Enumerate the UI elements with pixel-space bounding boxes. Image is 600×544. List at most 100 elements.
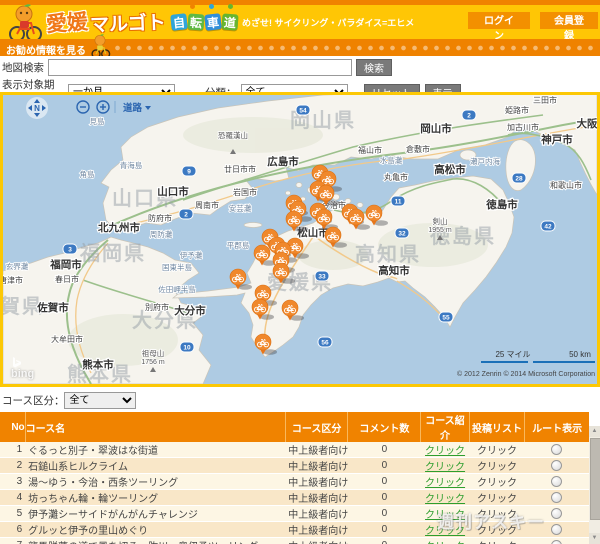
route-display-radio[interactable]: [551, 459, 563, 471]
mountain-label: 剣山: [433, 216, 448, 226]
course-intro-link[interactable]: クリック: [425, 510, 465, 521]
route-shield-number: 2: [184, 212, 188, 219]
col-no: No: [0, 412, 26, 442]
bing-logo[interactable]: bing: [11, 357, 34, 380]
course-intro-link[interactable]: クリック: [425, 494, 465, 505]
scroll-up-arrow-icon[interactable]: ▲: [589, 426, 600, 437]
logo-dot: [190, 4, 195, 9]
course-name: 龍馬脱藩の道で風を切る・肱川・奥伊予ツーリング: [25, 537, 286, 544]
search-button[interactable]: 検索: [356, 59, 392, 76]
course-intro-link[interactable]: クリック: [425, 446, 465, 457]
col-posts: 投稿リスト: [468, 412, 525, 442]
logo-tile: 自: [169, 13, 188, 31]
table-row: 6 グルッと伊予の里山めぐり 中上級者向け 0 クリック クリック: [0, 521, 589, 538]
recommend-nav-bar: お勧め情報を見る: [0, 34, 600, 59]
map-search-label: 地図検索: [2, 62, 44, 74]
route-shield: 28: [511, 172, 527, 184]
city-label: 岩国市: [233, 187, 257, 197]
route-shield-number: 10: [183, 345, 191, 352]
course-no: 2: [0, 457, 26, 474]
course-intro-link[interactable]: クリック: [425, 526, 465, 537]
register-button[interactable]: 会員登録: [540, 12, 598, 42]
course-intro-link[interactable]: クリック: [425, 462, 465, 473]
course-no: 3: [0, 473, 26, 490]
map-search-input[interactable]: [48, 59, 352, 76]
comment-count: 0: [347, 505, 421, 522]
route-shield: 55: [438, 311, 454, 323]
post-list-link[interactable]: クリック: [477, 462, 517, 473]
course-filter-select[interactable]: 全て: [64, 391, 137, 409]
route-display-radio[interactable]: [551, 491, 563, 503]
course-name: 湯～ゆう・今治・西条ツーリング: [25, 473, 286, 490]
comment-count: 0: [347, 473, 421, 490]
route-shield-number: 55: [442, 315, 450, 322]
city-label: 廿日市市: [224, 164, 256, 174]
city-label: 加古川市: [507, 122, 539, 132]
map-copyright: © 2012 Zenrin © 2014 Microsoft Corporati…: [457, 370, 595, 378]
scrollbar-thumb[interactable]: [590, 438, 600, 520]
col-intro: コース紹介: [420, 412, 470, 442]
table-row: 3 湯～ゆう・今治・西条ツーリング 中上級者向け 0 クリック クリック: [0, 473, 589, 490]
course-no: 6: [0, 521, 26, 538]
city-label: 福山市: [358, 145, 382, 155]
table-row: 7 龍馬脱藩の道で風を切る・肱川・奥伊予ツーリング 中上級者向け 0 クリック …: [0, 537, 589, 544]
route-display-radio[interactable]: [551, 443, 563, 455]
geo-label: 周防灘: [150, 229, 173, 239]
city-label: 大分市: [174, 304, 206, 317]
compass-control[interactable]: N: [26, 97, 48, 119]
compass-n-label: N: [34, 104, 40, 113]
course-intro-link[interactable]: クリック: [425, 478, 465, 489]
post-list-link[interactable]: クリック: [477, 446, 517, 457]
route-shield: 56: [317, 336, 333, 348]
geo-label: 国東半島: [162, 262, 192, 272]
recommend-info-link[interactable]: お勧め情報を見る: [6, 42, 86, 57]
table-row: 1 ぐるっと別子・翠波はな街道 中上級者向け 0 クリック クリック: [0, 442, 589, 458]
city-label: 別府市: [145, 302, 169, 312]
course-name: ぐるっと別子・翠波はな街道: [25, 442, 286, 458]
logo-dot: [209, 4, 214, 9]
geo-label: 角島: [80, 169, 95, 179]
map-canvas[interactable]: 山口県岡山県福岡県佐賀県大分県熊本県愛媛県高知県徳島県 見島青海島角島安芸灘周防…: [0, 92, 600, 387]
route-shield-number: 9: [187, 169, 191, 176]
comment-count: 0: [347, 489, 421, 506]
nav-dotted-divider: [112, 45, 596, 51]
city-label: 大牟田市: [51, 334, 83, 344]
prefecture-watermark: 福岡県: [79, 242, 146, 265]
city-label: 和歌山市: [550, 180, 582, 190]
route-shield-number: 32: [398, 231, 406, 238]
route-display-radio[interactable]: [551, 523, 563, 535]
logo-dot: [228, 4, 233, 9]
scroll-down-arrow-icon[interactable]: ▼: [589, 533, 600, 544]
route-display-radio[interactable]: [551, 507, 563, 519]
prefecture-watermark: 高知県: [355, 242, 421, 266]
logo-text-jitenshado: 自転車道: [169, 13, 239, 31]
route-shield-number: 56: [321, 340, 329, 347]
geo-label: 水島灘: [380, 155, 403, 165]
city-label: 高松市: [434, 163, 466, 176]
route-shield: 2: [461, 109, 477, 121]
city-label: 防府市: [148, 213, 172, 223]
route-shield-number: 42: [544, 224, 552, 231]
login-button[interactable]: ログイン: [468, 12, 530, 42]
course-category: 中上級者向け: [285, 521, 348, 538]
route-display-radio[interactable]: [551, 539, 563, 544]
city-label: 丸亀市: [384, 172, 408, 182]
city-label: 徳島市: [485, 198, 518, 211]
route-display-radio[interactable]: [551, 475, 563, 487]
table-scrollbar[interactable]: ▲ ▼: [589, 426, 600, 544]
city-label: 大阪: [577, 117, 598, 130]
course-no: 5: [0, 505, 26, 522]
city-label: 姫路市: [505, 105, 529, 115]
post-list-link[interactable]: クリック: [477, 510, 517, 521]
table-row: 4 坊っちゃん輪・輪ツーリング 中上級者向け 0 クリック クリック: [0, 489, 589, 506]
course-name: グルッと伊予の里山めぐり: [25, 521, 286, 538]
post-list-link[interactable]: クリック: [477, 478, 517, 489]
route-shield: 54: [295, 104, 311, 116]
post-list-link[interactable]: クリック: [477, 526, 517, 537]
post-list-link[interactable]: クリック: [477, 494, 517, 505]
page: 愛媛 マルゴト 自転車道 めざせ! サイクリング・パラダイス=エヒメ ログイン …: [0, 0, 600, 544]
comment-count: 0: [347, 521, 421, 538]
mountain-elevation-label: 1756 m: [141, 359, 165, 366]
geo-label: 見島: [90, 116, 105, 126]
search-form: 地図検索 検索 表示対象期間： 一か月 分類： 全て リセット 表示: [0, 56, 600, 106]
